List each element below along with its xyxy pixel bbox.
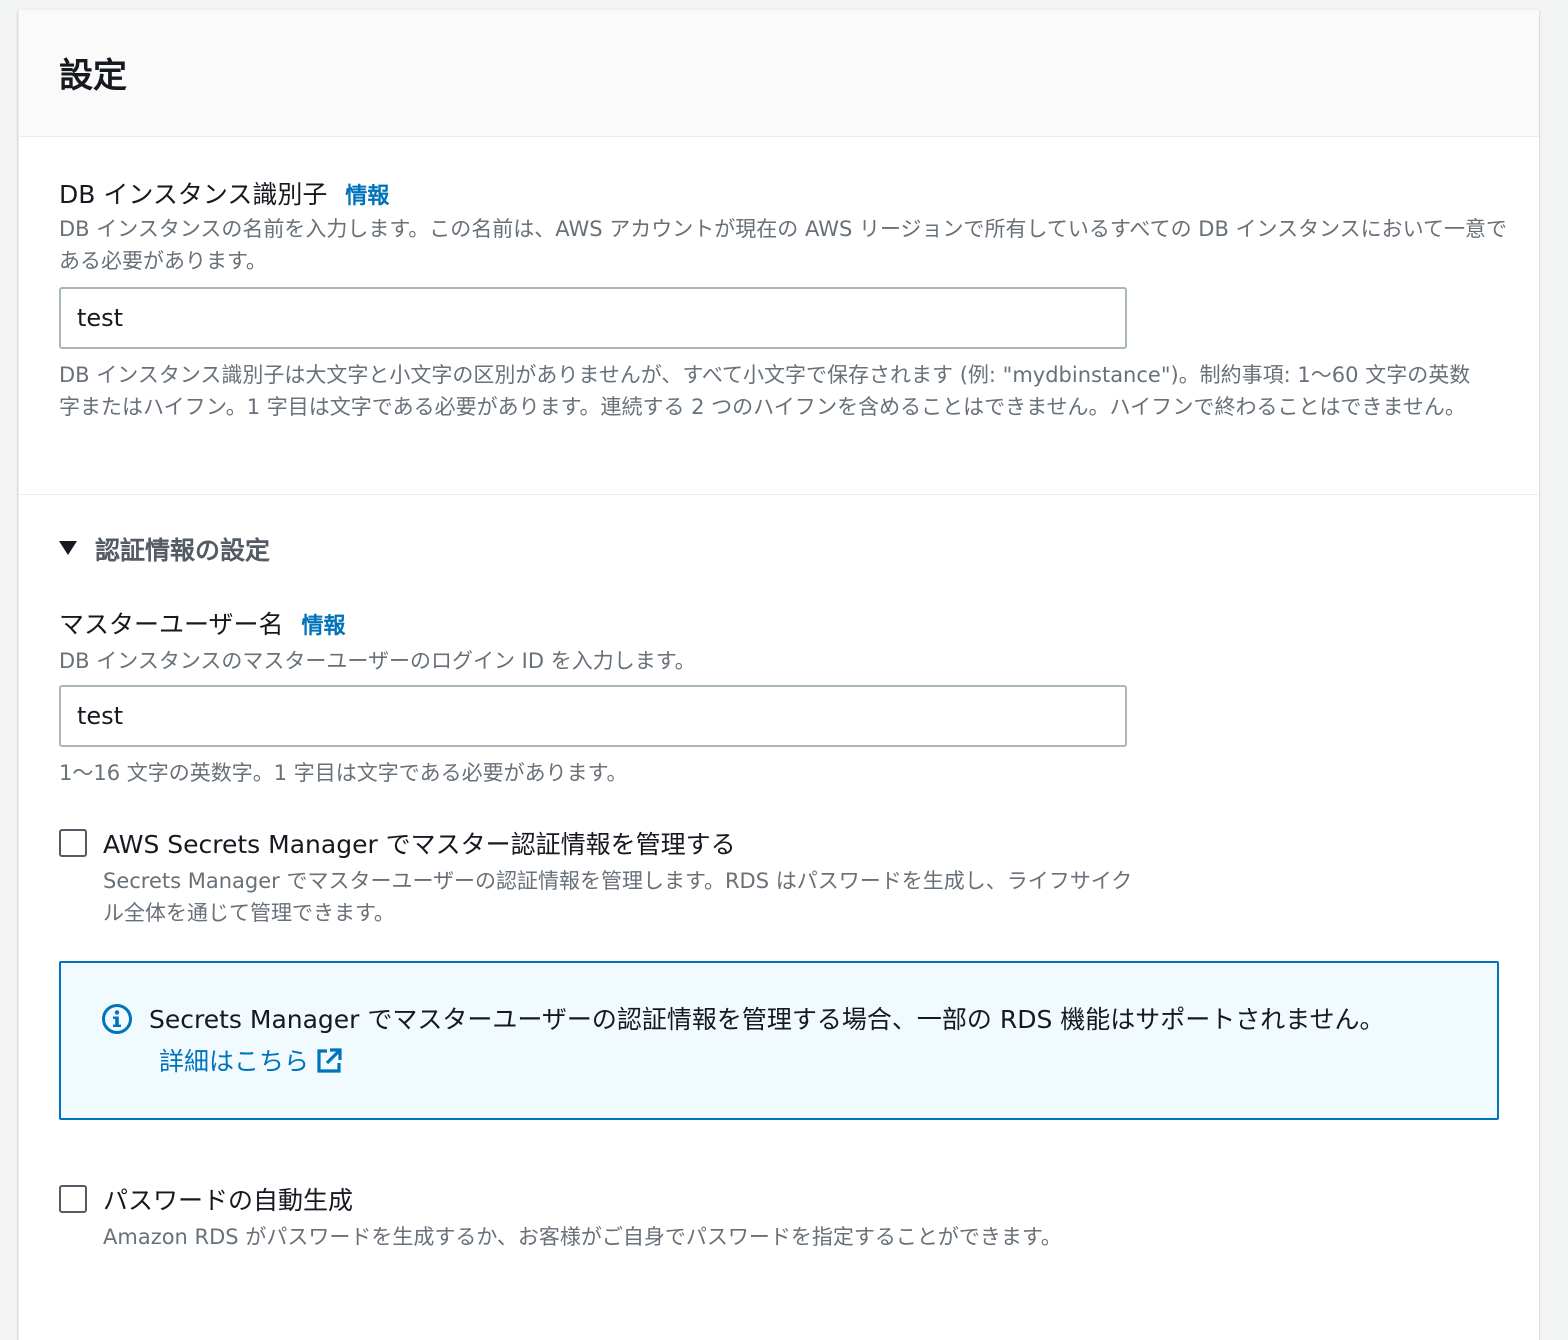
db-identifier-info-link[interactable]: 情報 bbox=[345, 184, 389, 209]
alert-text: Secrets Manager でマスターユーザーの認証情報を管理する場合、一部… bbox=[149, 1005, 1385, 1034]
secrets-manager-description: Secrets Manager でマスターユーザーの認証情報を管理します。RDS… bbox=[103, 869, 1133, 925]
learn-more-link-text[interactable]: 詳細はこちら bbox=[159, 1047, 309, 1076]
master-username-info-link[interactable]: 情報 bbox=[302, 614, 346, 639]
secrets-manager-info-alert: Secrets Manager でマスターユーザーの認証情報を管理する場合、一部… bbox=[59, 961, 1499, 1120]
master-username-label-row: マスターユーザー名 情報 bbox=[59, 605, 346, 641]
credentials-section-title: 認証情報の設定 bbox=[95, 536, 271, 565]
db-identifier-description: DB インスタンスの名前を入力します。この名前は、AWS アカウントが現在の A… bbox=[59, 217, 1508, 273]
secrets-manager-checkbox[interactable] bbox=[59, 829, 87, 857]
credentials-section: 認証情報の設定 マスターユーザー名 情報 DB インスタンスのマスターユーザーのロ… bbox=[19, 495, 1539, 1335]
db-identifier-constraint: DB インスタンス識別子は大文字と小文字の区別がありませんが、すべて小文字で保存… bbox=[59, 363, 1471, 419]
external-link-icon[interactable] bbox=[315, 1047, 343, 1075]
db-identifier-label: DB インスタンス識別子 bbox=[59, 180, 328, 209]
master-username-input[interactable] bbox=[59, 685, 1127, 747]
db-identifier-section: DB インスタンス識別子 情報 DB インスタンスの名前を入力します。この名前は、… bbox=[19, 137, 1539, 495]
db-identifier-input[interactable] bbox=[59, 287, 1127, 349]
panel-header: 設定 bbox=[19, 10, 1539, 137]
panel-title: 設定 bbox=[59, 56, 127, 96]
master-username-label: マスターユーザー名 bbox=[59, 610, 284, 639]
db-identifier-label-row: DB インスタンス識別子 情報 bbox=[59, 175, 389, 211]
alert-message: Secrets Manager でマスターユーザーの認証情報を管理する場合、一部… bbox=[149, 999, 1459, 1083]
auto-password-label[interactable]: パスワードの自動生成 bbox=[103, 1181, 353, 1217]
learn-more-link[interactable]: 詳細はこちら bbox=[159, 1047, 343, 1076]
master-username-description: DB インスタンスのマスターユーザーのログイン ID を入力します。 bbox=[59, 649, 696, 673]
secrets-manager-label[interactable]: AWS Secrets Manager でマスター認証情報を管理する bbox=[103, 825, 736, 861]
info-circle-icon bbox=[102, 1004, 132, 1034]
auto-password-description: Amazon RDS がパスワードを生成するか、お客様がご自身でパスワードを指定… bbox=[103, 1225, 1062, 1249]
credentials-expander[interactable]: 認証情報の設定 bbox=[59, 531, 270, 567]
auto-password-checkbox[interactable] bbox=[59, 1185, 87, 1213]
caret-down-icon bbox=[59, 541, 77, 555]
master-username-constraint: 1〜16 文字の英数字。1 字目は文字である必要があります。 bbox=[59, 761, 628, 785]
settings-panel: 設定 DB インスタンス識別子 情報 DB インスタンスの名前を入力します。この名… bbox=[18, 10, 1539, 1340]
